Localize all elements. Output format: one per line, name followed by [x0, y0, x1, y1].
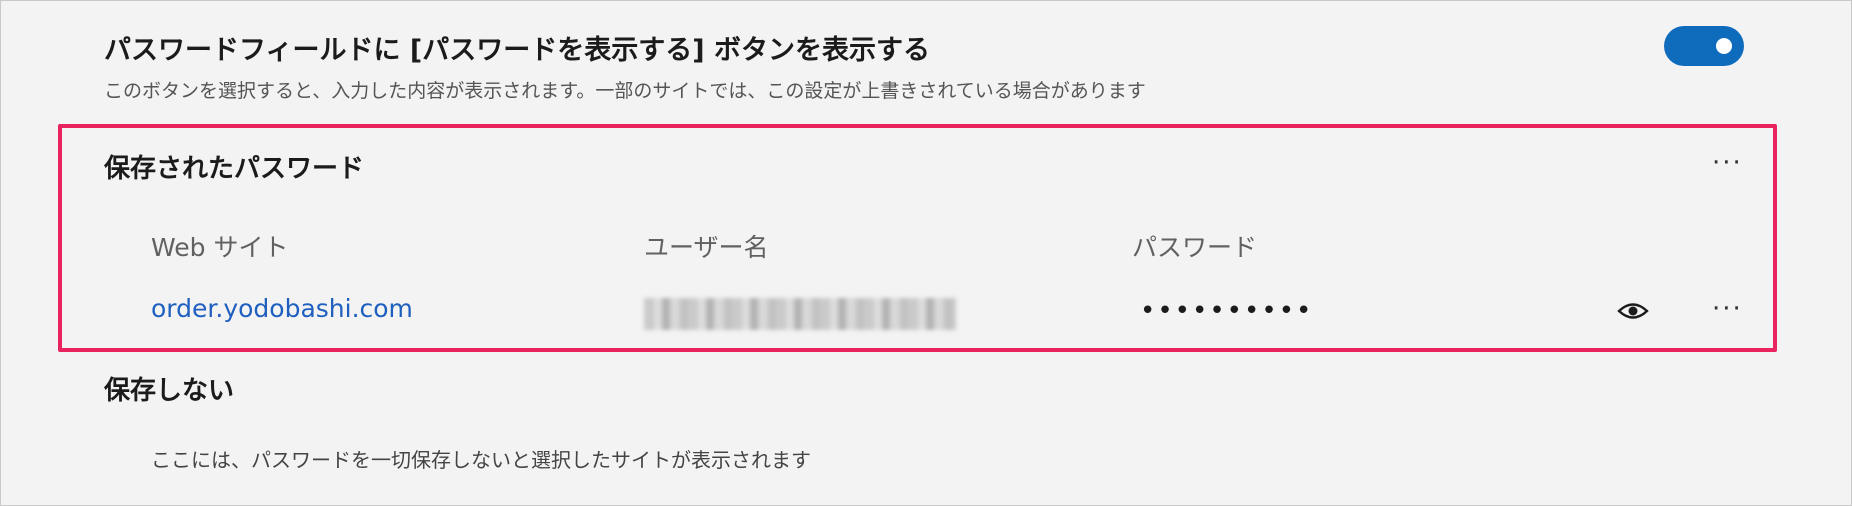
show-password-toggle[interactable]: [1664, 26, 1744, 66]
username-blurred: [644, 298, 956, 330]
row-more-button[interactable]: ···: [1712, 296, 1743, 322]
show-password-setting-description: このボタンを選択すると、入力した内容が表示されます。一部のサイトでは、この設定が…: [104, 80, 1146, 102]
column-header-username: ユーザー名: [644, 233, 769, 262]
toggle-knob: [1716, 38, 1732, 54]
saved-site-link[interactable]: order.yodobashi.com: [151, 294, 413, 323]
never-saved-title: 保存しない: [104, 376, 235, 406]
eye-icon[interactable]: [1617, 300, 1649, 322]
show-password-setting-title: パスワードフィールドに [パスワードを表示する] ボタンを表示する: [104, 35, 930, 66]
saved-passwords-more-button[interactable]: ···: [1712, 150, 1743, 176]
column-header-website: Web サイト: [151, 233, 289, 262]
masked-password: ••••••••••: [1140, 296, 1314, 326]
saved-passwords-title: 保存されたパスワード: [104, 154, 365, 184]
column-header-password: パスワード: [1132, 233, 1258, 262]
never-saved-empty-text: ここには、パスワードを一切保存しないと選択したサイトが表示されます: [151, 448, 811, 472]
